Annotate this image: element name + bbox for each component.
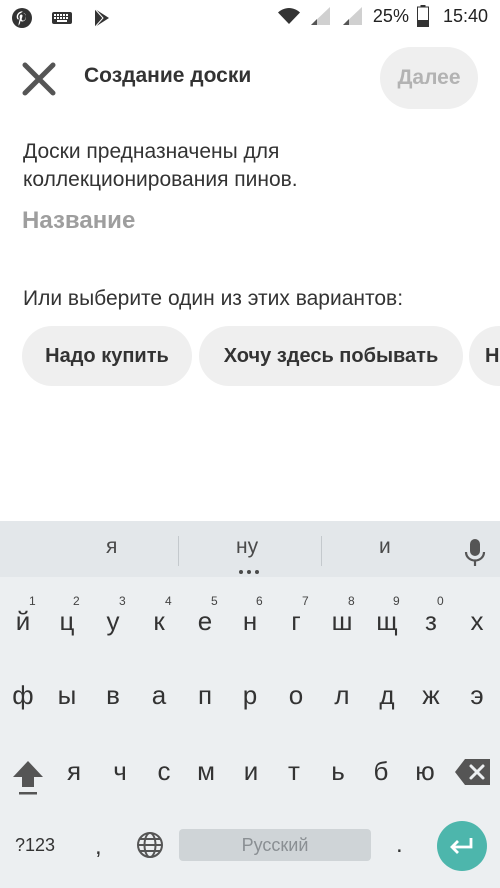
key-м[interactable]: м — [184, 747, 228, 795]
key-я[interactable]: я — [52, 747, 96, 795]
key-р[interactable]: р — [229, 671, 271, 719]
key-х[interactable]: х — [456, 597, 498, 645]
suggestion-divider — [321, 536, 322, 566]
backspace-icon[interactable] — [454, 758, 492, 786]
key-ц[interactable]: ц2 — [46, 594, 88, 645]
key-о[interactable]: о — [275, 671, 317, 719]
key-ф[interactable]: ф — [2, 671, 44, 719]
space-key[interactable]: Русский — [179, 829, 371, 861]
play-store-icon — [94, 8, 109, 28]
choose-option-label: Или выберите один из этих вариантов: — [23, 287, 404, 310]
board-description: Доски предназначены для коллекционирован… — [23, 140, 298, 191]
status-time: 15:40 — [442, 5, 488, 26]
more-suggestions-dots[interactable] — [239, 570, 259, 574]
suggestion-strip: я ну и — [0, 521, 500, 577]
key-ы[interactable]: ы — [46, 671, 88, 719]
chip-partial[interactable]: Н — [469, 326, 500, 386]
key-б[interactable]: б — [359, 747, 403, 795]
battery-icon — [416, 5, 429, 27]
key-з[interactable]: з0 — [410, 594, 452, 645]
keyboard-icon — [52, 12, 72, 24]
suggestion-2[interactable]: ну — [236, 535, 258, 559]
key-ч[interactable]: ч — [98, 747, 142, 795]
key-с[interactable]: с — [142, 747, 186, 795]
status-left-icons — [10, 6, 114, 30]
close-button[interactable] — [14, 56, 64, 102]
suggestion-1[interactable]: я — [106, 535, 117, 559]
key-и[interactable]: и — [229, 747, 273, 795]
key-д[interactable]: д — [366, 671, 408, 719]
close-icon — [22, 62, 56, 96]
key-а[interactable]: а — [138, 671, 180, 719]
key-щ[interactable]: щ9 — [366, 594, 408, 645]
key-в[interactable]: в — [92, 671, 134, 719]
suggestion-divider — [178, 536, 179, 566]
key-ь[interactable]: ь — [316, 747, 360, 795]
status-right: 25% 15:40 — [277, 4, 488, 28]
keyboard: я ну и й1 ц2 у3 к4 е5 н6 г7 ш8 щ9 з0 х ф… — [0, 521, 500, 888]
signal-icon — [310, 7, 330, 25]
key-г[interactable]: г7 — [275, 594, 317, 645]
key-э[interactable]: э — [456, 671, 498, 719]
enter-icon — [450, 838, 473, 854]
globe-icon[interactable] — [136, 831, 164, 859]
key-ш[interactable]: ш8 — [321, 594, 363, 645]
chip-want-to-visit[interactable]: Хочу здесь побывать — [199, 326, 463, 386]
key-у[interactable]: у3 — [92, 594, 134, 645]
board-name-input[interactable] — [22, 202, 472, 240]
mic-icon[interactable] — [463, 538, 487, 568]
key-ж[interactable]: ж — [410, 671, 452, 719]
symbols-key[interactable]: ?123 — [15, 835, 55, 856]
signal-icon-2 — [342, 7, 362, 25]
page-title: Создание доски — [84, 64, 252, 87]
key-е[interactable]: е5 — [184, 594, 226, 645]
key-л[interactable]: л — [321, 671, 363, 719]
enter-button[interactable] — [437, 821, 487, 871]
battery-percent: 25% — [372, 5, 409, 26]
comma-key[interactable]: , — [95, 833, 102, 861]
pinterest-icon — [12, 8, 32, 28]
suggestion-3[interactable]: и — [379, 535, 391, 559]
board-suggestion-chips: Надо купить Хочу здесь побывать Н — [22, 326, 500, 386]
key-й[interactable]: й1 — [2, 594, 44, 645]
period-key[interactable]: . — [396, 831, 403, 859]
key-п[interactable]: п — [184, 671, 226, 719]
key-к[interactable]: к4 — [138, 594, 180, 645]
chip-need-to-buy[interactable]: Надо купить — [22, 326, 192, 386]
key-т[interactable]: т — [272, 747, 316, 795]
wifi-icon — [277, 8, 300, 24]
key-н[interactable]: н6 — [229, 594, 271, 645]
shift-icon[interactable] — [10, 757, 46, 797]
key-ю[interactable]: ю — [403, 747, 447, 795]
next-button[interactable]: Далее — [380, 47, 478, 109]
status-bar: 25% 15:40 — [0, 0, 500, 36]
